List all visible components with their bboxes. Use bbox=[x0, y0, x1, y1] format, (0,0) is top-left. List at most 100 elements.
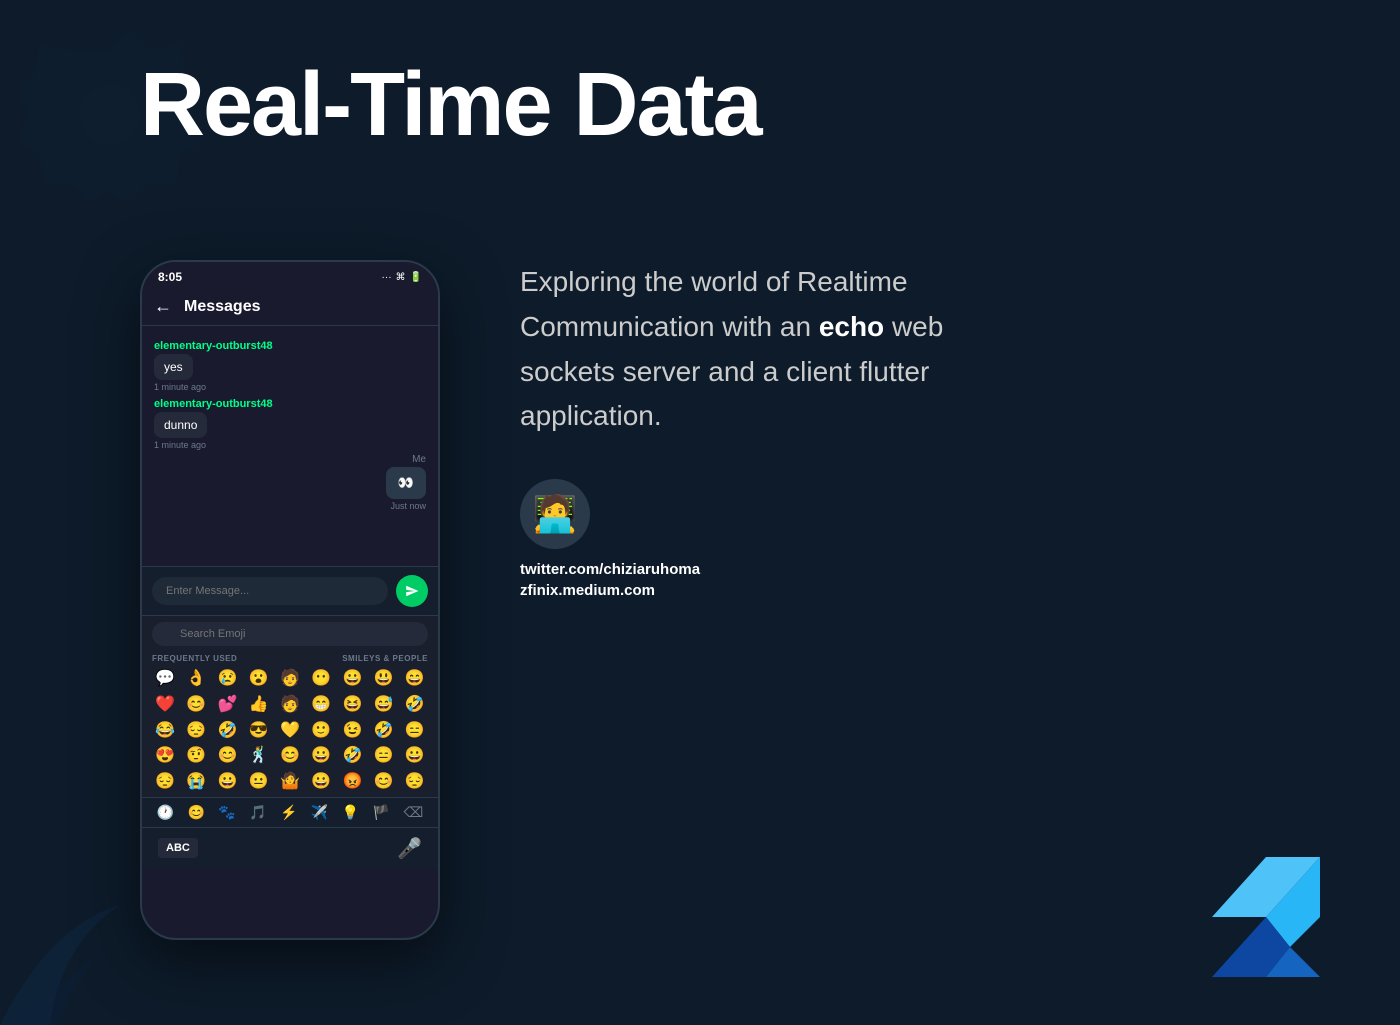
emoji-search-wrapper: 🔍 bbox=[152, 622, 428, 646]
emoji-cell[interactable]: 🤨 bbox=[181, 744, 211, 769]
author-avatar: 🧑‍💻 bbox=[520, 479, 590, 549]
emoji-grid: 💬 👌 😢 😮 🧑 😶 😀 😃 😄 ❤️ 😊 💕 👍 🧑 😁 😆 😅 🤣 😂 😔… bbox=[142, 665, 438, 797]
smileys-people-label: SMILEYS & PEOPLE bbox=[342, 654, 428, 663]
message-input[interactable] bbox=[152, 577, 388, 605]
keyboard-bottom-bar: ABC 🎤 bbox=[142, 827, 438, 869]
clock-keyboard-icon[interactable]: 🕐 bbox=[157, 804, 174, 821]
emoji-cell[interactable]: 😍 bbox=[150, 744, 180, 769]
emoji-picker: 🔍 FREQUENTLY USED SMILEYS & PEOPLE 💬 👌 😢… bbox=[142, 615, 438, 869]
status-bar: 8:05 ··· ⌘ 🔋 bbox=[142, 262, 438, 288]
emoji-cell[interactable]: 🤣 bbox=[212, 719, 242, 744]
message-bubble-received-2: dunno bbox=[154, 412, 207, 438]
emoji-cell[interactable]: 😅 bbox=[369, 693, 399, 718]
emoji-cell[interactable]: 🤣 bbox=[337, 744, 367, 769]
signal-dots: ··· bbox=[382, 272, 392, 283]
smiley-keyboard-icon[interactable]: 😊 bbox=[188, 804, 205, 821]
emoji-cell[interactable]: 👌 bbox=[181, 667, 211, 692]
status-time: 8:05 bbox=[158, 270, 182, 284]
emoji-cell[interactable]: 💛 bbox=[275, 719, 305, 744]
emoji-cell[interactable]: 😁 bbox=[306, 693, 336, 718]
messages-area: elementary-outburst48 yes 1 minute ago e… bbox=[142, 326, 438, 566]
emoji-cell[interactable]: 🤷 bbox=[275, 770, 305, 795]
emoji-search-bar: 🔍 bbox=[142, 616, 438, 652]
emoji-cell[interactable]: 😉 bbox=[337, 719, 367, 744]
emoji-cell[interactable]: 😀 bbox=[400, 744, 430, 769]
emoji-cell[interactable]: 😔 bbox=[181, 719, 211, 744]
emoji-cell[interactable]: 😀 bbox=[306, 744, 336, 769]
emoji-cell[interactable]: 🤣 bbox=[400, 693, 430, 718]
phone-mockup: 8:05 ··· ⌘ 🔋 ← Messages elementary-outbu… bbox=[140, 260, 440, 940]
emoji-cell[interactable]: 😊 bbox=[275, 744, 305, 769]
sender-name-1: elementary-outburst48 bbox=[154, 340, 426, 352]
emoji-cell[interactable]: 😶 bbox=[306, 667, 336, 692]
emoji-cell[interactable]: 😊 bbox=[181, 693, 211, 718]
wifi-icon: ⌘ bbox=[396, 272, 406, 283]
author-links: twitter.com/chiziaruhoma zfinix.medium.c… bbox=[520, 561, 1000, 599]
emoji-cell[interactable]: 🕺 bbox=[244, 744, 274, 769]
symbols-keyboard-icon[interactable]: 🏴 bbox=[373, 804, 390, 821]
status-icons: ··· ⌘ 🔋 bbox=[382, 272, 422, 283]
microphone-icon[interactable]: 🎤 bbox=[397, 836, 422, 861]
emoji-category-labels: FREQUENTLY USED SMILEYS & PEOPLE bbox=[142, 652, 438, 665]
travel-keyboard-icon[interactable]: ✈️ bbox=[311, 804, 328, 821]
emoji-cell[interactable]: 😔 bbox=[150, 770, 180, 795]
send-icon bbox=[405, 584, 419, 598]
me-label: Me bbox=[154, 454, 426, 465]
emoji-cell[interactable]: 💬 bbox=[150, 667, 180, 692]
emoji-keyboard-bar: 🕐 😊 🐾 🎵 ⚡ ✈️ 💡 🏴 ⌫ bbox=[142, 797, 438, 827]
echo-bold: echo bbox=[819, 311, 884, 342]
message-bubble-received-1: yes bbox=[154, 354, 193, 380]
activity-keyboard-icon[interactable]: ⚡ bbox=[280, 804, 297, 821]
message-input-area bbox=[142, 566, 438, 615]
chat-header: ← Messages bbox=[142, 288, 438, 326]
food-keyboard-icon[interactable]: 🎵 bbox=[249, 804, 266, 821]
message-sent-time-1: Just now bbox=[154, 501, 426, 511]
emoji-cell[interactable]: 😭 bbox=[181, 770, 211, 795]
sender-name-2: elementary-outburst48 bbox=[154, 398, 426, 410]
emoji-cell[interactable]: 🤣 bbox=[369, 719, 399, 744]
emoji-search-input[interactable] bbox=[152, 622, 428, 646]
objects-keyboard-icon[interactable]: 💡 bbox=[342, 804, 359, 821]
backspace-keyboard-icon[interactable]: ⌫ bbox=[403, 804, 423, 821]
emoji-cell[interactable]: 🧑 bbox=[275, 667, 305, 692]
message-time-2: 1 minute ago bbox=[154, 440, 426, 450]
abc-button[interactable]: ABC bbox=[158, 838, 198, 858]
frequently-used-label: FREQUENTLY USED bbox=[152, 654, 237, 663]
emoji-cell[interactable]: 😆 bbox=[337, 693, 367, 718]
emoji-cell[interactable]: 😑 bbox=[369, 744, 399, 769]
emoji-cell[interactable]: 😂 bbox=[150, 719, 180, 744]
flutter-logo bbox=[1200, 845, 1320, 965]
emoji-cell[interactable]: 😀 bbox=[212, 770, 242, 795]
message-bubble-sent-1: 👀 bbox=[386, 467, 426, 499]
emoji-cell[interactable]: 😀 bbox=[337, 667, 367, 692]
message-time-1: 1 minute ago bbox=[154, 382, 426, 392]
emoji-cell[interactable]: 🧑 bbox=[275, 693, 305, 718]
emoji-cell[interactable]: 😑 bbox=[400, 719, 430, 744]
emoji-cell[interactable]: 🙂 bbox=[306, 719, 336, 744]
twitter-link[interactable]: twitter.com/chiziaruhoma bbox=[520, 561, 1000, 578]
right-content: Exploring the world of Realtime Communic… bbox=[520, 260, 1000, 599]
emoji-cell[interactable]: 💕 bbox=[212, 693, 242, 718]
battery-icon: 🔋 bbox=[410, 272, 422, 283]
send-button[interactable] bbox=[396, 575, 428, 607]
medium-link[interactable]: zfinix.medium.com bbox=[520, 582, 1000, 599]
main-title: Real-Time Data bbox=[140, 60, 761, 150]
emoji-cell[interactable]: 😐 bbox=[244, 770, 274, 795]
emoji-cell[interactable]: 😃 bbox=[369, 667, 399, 692]
emoji-cell[interactable]: 😎 bbox=[244, 719, 274, 744]
chat-title: Messages bbox=[184, 298, 261, 316]
back-button[interactable]: ← bbox=[154, 296, 172, 317]
emoji-cell[interactable]: 😡 bbox=[337, 770, 367, 795]
description-text: Exploring the world of Realtime Communic… bbox=[520, 260, 1000, 439]
emoji-cell[interactable]: 😄 bbox=[400, 667, 430, 692]
emoji-cell[interactable]: 👍 bbox=[244, 693, 274, 718]
emoji-cell[interactable]: 😊 bbox=[212, 744, 242, 769]
emoji-cell[interactable]: 😢 bbox=[212, 667, 242, 692]
emoji-cell[interactable]: 😮 bbox=[244, 667, 274, 692]
nature-keyboard-icon[interactable]: 🐾 bbox=[218, 804, 235, 821]
emoji-cell[interactable]: ❤️ bbox=[150, 693, 180, 718]
author-section: 🧑‍💻 twitter.com/chiziaruhoma zfinix.medi… bbox=[520, 479, 1000, 599]
emoji-cell[interactable]: 😔 bbox=[400, 770, 430, 795]
emoji-cell[interactable]: 😀 bbox=[306, 770, 336, 795]
emoji-cell[interactable]: 😊 bbox=[369, 770, 399, 795]
